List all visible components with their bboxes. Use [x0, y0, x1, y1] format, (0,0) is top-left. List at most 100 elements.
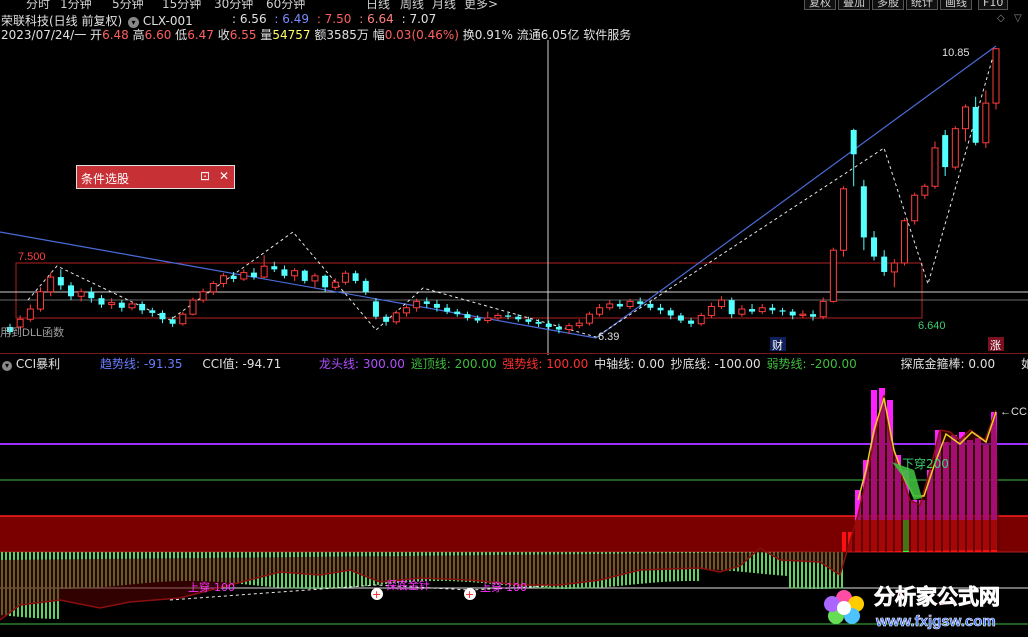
candle[interactable]: [179, 311, 187, 326]
candle[interactable]: [840, 186, 848, 257]
candle[interactable]: [260, 255, 268, 279]
candle[interactable]: [88, 287, 95, 303]
candle[interactable]: [301, 269, 308, 284]
candle[interactable]: [219, 273, 227, 288]
candle[interactable]: [464, 311, 471, 321]
zhang-badge[interactable]: 涨: [990, 339, 1001, 352]
candle[interactable]: [139, 301, 146, 315]
period-tab-more[interactable]: 更多>: [464, 0, 498, 10]
period-tab-month[interactable]: 月线: [432, 0, 456, 10]
candle[interactable]: [494, 312, 502, 321]
candle[interactable]: [311, 273, 319, 288]
candle[interactable]: [402, 305, 410, 317]
period-tab-1min[interactable]: 1分钟: [60, 0, 92, 10]
candle[interactable]: [799, 310, 807, 318]
candle[interactable]: [951, 126, 959, 170]
candle[interactable]: [718, 296, 726, 310]
candle[interactable]: [758, 303, 766, 315]
period-tab-15min[interactable]: 15分钟: [162, 0, 201, 10]
fuquan-button[interactable]: 复权: [804, 0, 836, 10]
candle[interactable]: [26, 304, 34, 322]
candle[interactable]: [484, 311, 492, 324]
candle[interactable]: [647, 301, 654, 311]
diamond-icon[interactable]: ◇: [997, 13, 1005, 24]
main-kline-chart[interactable]: 7.500 6.640 10.85 6.39 用到DLL函数 财 涨: [0, 40, 1028, 355]
candle[interactable]: [738, 305, 746, 317]
candle[interactable]: [697, 312, 705, 326]
close-icon[interactable]: ✕: [219, 169, 229, 183]
candle[interactable]: [637, 297, 644, 308]
candle[interactable]: [331, 278, 339, 290]
candle[interactable]: [911, 192, 919, 225]
candle[interactable]: [606, 300, 614, 311]
candle[interactable]: [819, 297, 827, 320]
candle[interactable]: [149, 307, 156, 317]
candle[interactable]: [881, 250, 888, 276]
multi-stock-button[interactable]: 多股: [872, 0, 904, 10]
candle[interactable]: [128, 301, 136, 311]
candle[interactable]: [341, 270, 349, 285]
candle[interactable]: [454, 309, 461, 317]
candle[interactable]: [159, 310, 166, 324]
candle[interactable]: [829, 247, 837, 303]
draw-button[interactable]: 画线: [940, 0, 972, 10]
candle[interactable]: [291, 268, 299, 281]
candle[interactable]: [810, 310, 817, 321]
candle[interactable]: [98, 294, 105, 308]
candle[interactable]: [850, 128, 857, 187]
candle[interactable]: [657, 303, 664, 315]
candle[interactable]: [962, 104, 970, 142]
candle[interactable]: [890, 259, 898, 288]
candle[interactable]: [423, 297, 430, 308]
candle[interactable]: [921, 183, 929, 200]
candle[interactable]: [240, 269, 248, 281]
candle[interactable]: [860, 179, 867, 251]
candle[interactable]: [779, 307, 786, 316]
candle[interactable]: [199, 288, 207, 303]
candle[interactable]: [688, 318, 695, 327]
candle[interactable]: [383, 314, 390, 326]
candle[interactable]: [57, 269, 64, 290]
candle[interactable]: [575, 319, 583, 329]
candle[interactable]: [707, 302, 715, 318]
candle[interactable]: [677, 312, 684, 324]
f10-button[interactable]: F10: [978, 0, 1009, 10]
candle[interactable]: [36, 287, 44, 312]
candle[interactable]: [413, 298, 421, 312]
period-tab-fenshi[interactable]: 分时: [26, 0, 50, 10]
candle[interactable]: [281, 265, 288, 279]
candle[interactable]: [972, 96, 979, 146]
condition-stock-panel[interactable]: 条件选股 ⊡ ✕: [76, 165, 235, 189]
candle[interactable]: [769, 303, 776, 315]
candle[interactable]: [118, 300, 125, 312]
candle[interactable]: [901, 218, 909, 266]
candle[interactable]: [871, 231, 878, 261]
candle[interactable]: [596, 303, 604, 317]
candle[interactable]: [942, 129, 949, 177]
candle[interactable]: [209, 280, 217, 295]
candle[interactable]: [931, 141, 939, 189]
candle[interactable]: [992, 48, 1000, 110]
pane-divider[interactable]: [0, 353, 1028, 354]
candle[interactable]: [982, 90, 990, 148]
period-tab-30min[interactable]: 30分钟: [214, 0, 253, 10]
candle[interactable]: [189, 297, 197, 316]
candle[interactable]: [616, 300, 623, 310]
candle[interactable]: [749, 303, 756, 315]
candle[interactable]: [67, 282, 74, 301]
overlay-button[interactable]: 叠加: [838, 0, 870, 10]
period-tab-day[interactable]: 日线: [366, 0, 390, 10]
period-tab-5min[interactable]: 5分钟: [112, 0, 144, 10]
triangle-icon[interactable]: ▽: [1014, 13, 1022, 24]
candle[interactable]: [352, 270, 359, 284]
candle[interactable]: [545, 320, 552, 330]
stats-button[interactable]: 统计: [906, 0, 938, 10]
cai-badge[interactable]: 财: [772, 338, 783, 352]
candle[interactable]: [728, 297, 735, 318]
period-tab-week[interactable]: 周线: [400, 0, 424, 10]
candle[interactable]: [626, 298, 634, 310]
candle[interactable]: [77, 288, 85, 302]
candle[interactable]: [392, 310, 400, 325]
candle[interactable]: [444, 303, 451, 315]
candle[interactable]: [372, 298, 379, 320]
